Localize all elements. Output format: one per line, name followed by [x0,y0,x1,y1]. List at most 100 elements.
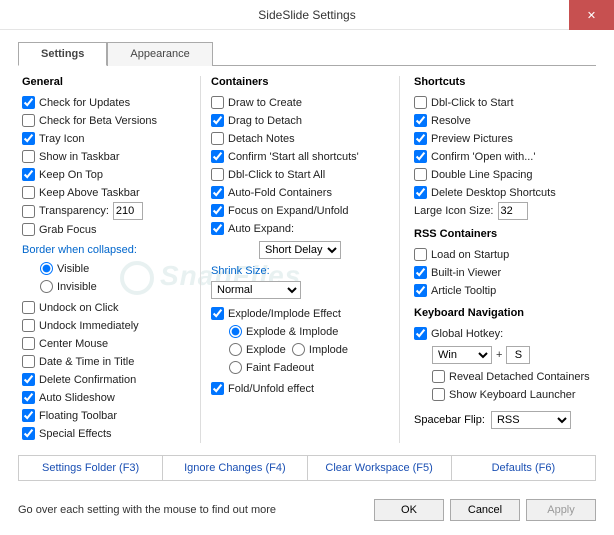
faint-fadeout-radio[interactable] [229,361,242,374]
resolve-label: Resolve [431,115,471,127]
article-tooltip-checkbox[interactable] [414,284,427,297]
reveal-detached-label: Reveal Detached Containers [449,371,590,383]
explode-radio[interactable] [229,343,242,356]
tab-appearance[interactable]: Appearance [107,42,212,66]
floating-toolbar-label: Floating Toolbar [39,410,117,422]
large-icon-input[interactable] [498,202,528,220]
hotkey-mod-select[interactable]: Win [432,346,492,364]
floating-toolbar-checkbox[interactable] [22,409,35,422]
keep-above-taskbar-label: Keep Above Taskbar [39,187,140,199]
shrink-size-select[interactable]: Normal [211,281,301,299]
reveal-detached-checkbox[interactable] [432,370,445,383]
apply-button[interactable]: Apply [526,499,596,521]
dblclick-start-all-checkbox[interactable] [211,168,224,181]
undock-click-checkbox[interactable] [22,301,35,314]
keep-on-top-label: Keep On Top [39,169,103,181]
tray-icon-checkbox[interactable] [22,132,35,145]
border-collapsed-heading: Border when collapsed: [22,244,192,256]
double-line-checkbox[interactable] [414,168,427,181]
faint-fadeout-label: Faint Fadeout [246,362,314,374]
auto-expand-checkbox[interactable] [211,222,224,235]
clear-workspace-link[interactable]: Clear Workspace (F5) [308,456,452,480]
show-launcher-checkbox[interactable] [432,388,445,401]
transparency-checkbox[interactable] [22,205,35,218]
defaults-link[interactable]: Defaults (F6) [452,456,595,480]
preview-pictures-label: Preview Pictures [431,133,513,145]
drag-detach-label: Drag to Detach [228,115,302,127]
center-mouse-checkbox[interactable] [22,337,35,350]
fold-unfold-checkbox[interactable] [211,382,224,395]
explode-implode-label: Explode & Implode [246,326,338,338]
large-icon-label: Large Icon Size: [414,205,494,217]
close-icon: ✕ [587,9,596,22]
date-time-checkbox[interactable] [22,355,35,368]
confirm-openwith-checkbox[interactable] [414,150,427,163]
grab-focus-label: Grab Focus [39,224,96,236]
ok-button[interactable]: OK [374,499,444,521]
confirm-openwith-label: Confirm 'Open with...' [431,151,535,163]
auto-expand-select[interactable]: Short Delay [259,241,341,259]
drag-detach-checkbox[interactable] [211,114,224,127]
delete-confirmation-label: Delete Confirmation [39,374,136,386]
undock-immediately-label: Undock Immediately [39,320,139,332]
explode-effect-checkbox[interactable] [211,307,224,320]
draw-create-label: Draw to Create [228,97,302,109]
autofold-label: Auto-Fold Containers [228,187,332,199]
containers-heading: Containers [211,76,389,88]
undock-immediately-checkbox[interactable] [22,319,35,332]
resolve-checkbox[interactable] [414,114,427,127]
load-startup-checkbox[interactable] [414,248,427,261]
dblclick-start-checkbox[interactable] [414,96,427,109]
ignore-changes-link[interactable]: Ignore Changes (F4) [163,456,307,480]
general-heading: General [22,76,192,88]
keynav-heading: Keyboard Navigation [414,307,592,319]
show-launcher-label: Show Keyboard Launcher [449,389,576,401]
settings-folder-link[interactable]: Settings Folder (F3) [19,456,163,480]
fold-unfold-label: Fold/Unfold effect [228,383,314,395]
delete-desktop-checkbox[interactable] [414,186,427,199]
confirm-start-all-checkbox[interactable] [211,150,224,163]
confirm-start-all-label: Confirm 'Start all shortcuts' [228,151,359,163]
check-beta-checkbox[interactable] [22,114,35,127]
center-mouse-label: Center Mouse [39,338,108,350]
transparency-input[interactable] [113,202,143,220]
invisible-radio[interactable] [40,280,53,293]
show-taskbar-checkbox[interactable] [22,150,35,163]
builtin-viewer-checkbox[interactable] [414,266,427,279]
detach-notes-checkbox[interactable] [211,132,224,145]
shrink-size-heading: Shrink Size: [211,265,389,277]
footer: Go over each setting with the mouse to f… [0,489,614,533]
special-effects-checkbox[interactable] [22,427,35,440]
focus-expand-checkbox[interactable] [211,204,224,217]
explode-label: Explode [246,344,286,356]
draw-create-checkbox[interactable] [211,96,224,109]
double-line-label: Double Line Spacing [431,169,533,181]
implode-radio[interactable] [292,343,305,356]
global-hotkey-checkbox[interactable] [414,327,427,340]
tabs: Settings Appearance [18,42,596,66]
delete-confirmation-checkbox[interactable] [22,373,35,386]
dblclick-start-all-label: Dbl-Click to Start All [228,169,325,181]
show-taskbar-label: Show in Taskbar [39,151,120,163]
keep-on-top-checkbox[interactable] [22,168,35,181]
invisible-label: Invisible [57,281,97,293]
auto-slideshow-checkbox[interactable] [22,391,35,404]
tab-settings[interactable]: Settings [18,42,107,66]
window-title: SideSlide Settings [258,8,355,22]
cancel-button[interactable]: Cancel [450,499,520,521]
close-button[interactable]: ✕ [569,0,614,30]
undock-click-label: Undock on Click [39,302,118,314]
hotkey-key-input[interactable] [506,346,530,364]
grab-focus-checkbox[interactable] [22,223,35,236]
bottom-links: Settings Folder (F3) Ignore Changes (F4)… [18,455,596,481]
preview-pictures-checkbox[interactable] [414,132,427,145]
check-updates-checkbox[interactable] [22,96,35,109]
dblclick-start-label: Dbl-Click to Start [431,97,514,109]
visible-radio[interactable] [40,262,53,275]
explode-implode-radio[interactable] [229,325,242,338]
date-time-label: Date & Time in Title [39,356,134,368]
keep-above-taskbar-checkbox[interactable] [22,186,35,199]
spacebar-flip-select[interactable]: RSS [491,411,571,429]
explode-effect-label: Explode/Implode Effect [228,308,341,320]
autofold-checkbox[interactable] [211,186,224,199]
